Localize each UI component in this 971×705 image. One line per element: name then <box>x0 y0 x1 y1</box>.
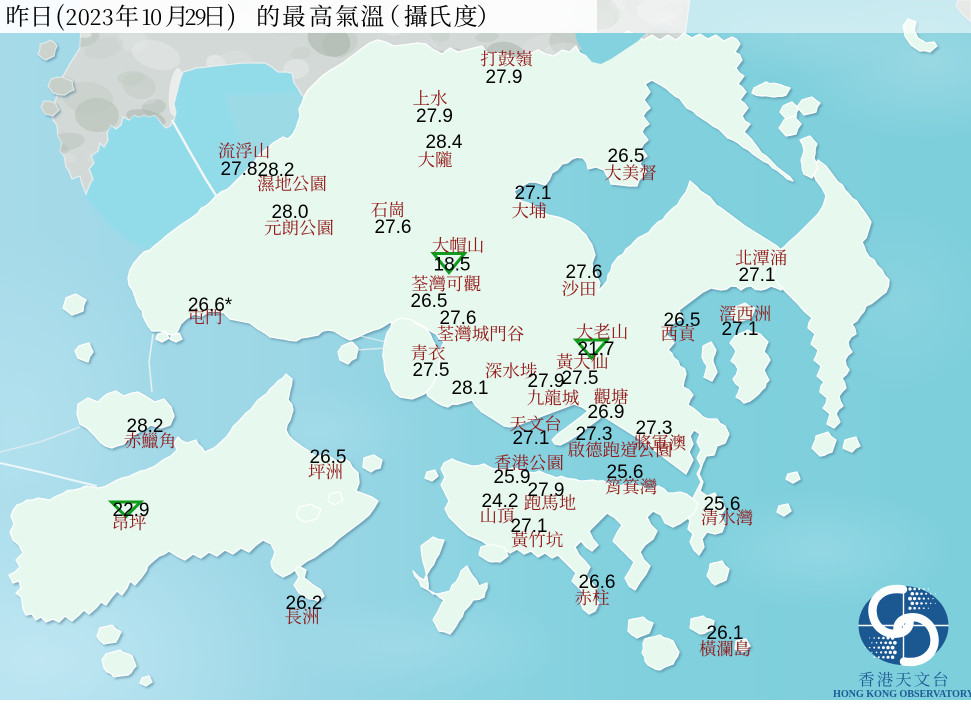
svg-text:25.9: 25.9 <box>494 467 531 488</box>
svg-text:26.5: 26.5 <box>608 146 645 167</box>
svg-text:27.3: 27.3 <box>636 418 673 439</box>
svg-text:27.6: 27.6 <box>566 262 603 283</box>
svg-text:26.6: 26.6 <box>579 572 616 593</box>
svg-text:28.4: 28.4 <box>426 132 463 153</box>
svg-text:27.9: 27.9 <box>486 67 523 88</box>
svg-text:24.2: 24.2 <box>482 491 519 512</box>
svg-text:27.9: 27.9 <box>528 371 565 392</box>
svg-text:27.1: 27.1 <box>722 319 759 340</box>
svg-text:28.0: 28.0 <box>272 202 309 223</box>
svg-text:27.6: 27.6 <box>375 217 412 238</box>
svg-text:27.3: 27.3 <box>576 424 613 445</box>
svg-text:26.5: 26.5 <box>310 447 347 468</box>
svg-text:27.6: 27.6 <box>440 308 477 329</box>
svg-text:27.1: 27.1 <box>515 183 552 204</box>
svg-text:27.1: 27.1 <box>739 265 776 286</box>
svg-text:27.5: 27.5 <box>562 368 599 389</box>
svg-text:18.5: 18.5 <box>434 255 471 276</box>
svg-text:25.6: 25.6 <box>704 494 741 515</box>
svg-text:26.1: 26.1 <box>707 623 744 644</box>
svg-text:27.1: 27.1 <box>511 516 548 537</box>
svg-text:27.8: 27.8 <box>221 159 258 180</box>
svg-text:HONG KONG OBSERVATORY: HONG KONG OBSERVATORY <box>833 689 971 700</box>
svg-text:21.7: 21.7 <box>578 339 615 360</box>
svg-text:25.6: 25.6 <box>607 462 644 483</box>
svg-text:27.1: 27.1 <box>513 428 550 449</box>
svg-text:26.6*: 26.6* <box>188 295 233 316</box>
svg-text:26.2: 26.2 <box>286 593 323 614</box>
svg-text:27.5: 27.5 <box>413 360 450 381</box>
svg-text:28.1: 28.1 <box>452 378 489 399</box>
svg-text:28.2: 28.2 <box>127 416 164 437</box>
svg-text:27.9: 27.9 <box>528 480 565 501</box>
svg-text:27.9: 27.9 <box>416 106 453 127</box>
svg-text:26.5: 26.5 <box>664 310 701 331</box>
svg-text:22.9: 22.9 <box>113 500 150 521</box>
svg-text:26.9: 26.9 <box>588 402 625 423</box>
svg-text:28.2: 28.2 <box>258 160 295 181</box>
